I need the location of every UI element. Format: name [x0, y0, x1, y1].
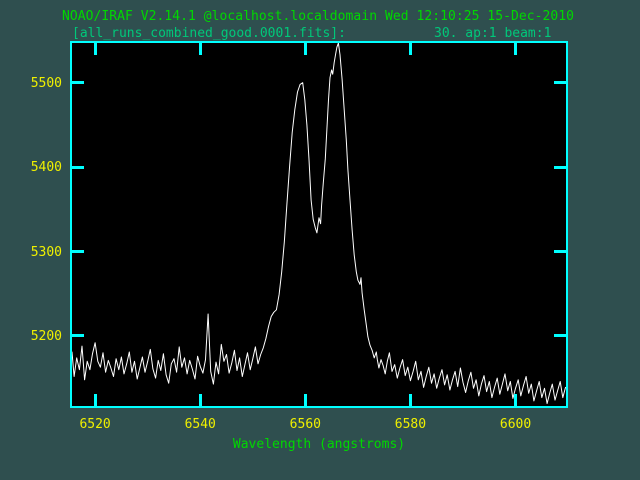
x-tick-label-6520: 6520 — [79, 417, 110, 432]
x-tick-6600 — [514, 394, 517, 406]
plot-area[interactable] — [70, 41, 568, 408]
x-tick-6600 — [514, 43, 517, 55]
y-tick-5200 — [554, 334, 566, 337]
status-line-spectrum: [all_runs_combined_good.0001.fits]: 30. … — [0, 26, 640, 41]
x-tick-6560 — [304, 43, 307, 55]
y-tick-label-5200: 5200 — [14, 329, 62, 344]
status-line-version: NOAO/IRAF V2.14.1 @localhost.localdomain… — [62, 9, 574, 24]
x-axis-title: Wavelength (angstroms) — [70, 437, 568, 452]
y-tick-5300 — [72, 250, 84, 253]
y-tick-label-5500: 5500 — [14, 76, 62, 91]
spectrum-plot — [72, 43, 566, 406]
y-tick-5300 — [554, 250, 566, 253]
filename-label: [all_runs_combined_good.0001.fits]: — [72, 26, 346, 41]
x-tick-6540 — [199, 43, 202, 55]
x-tick-6580 — [409, 43, 412, 55]
x-tick-label-6560: 6560 — [290, 417, 321, 432]
aperture-beam-label: 30. ap:1 beam:1 — [434, 26, 551, 41]
y-tick-5400 — [554, 166, 566, 169]
x-tick-label-6580: 6580 — [395, 417, 426, 432]
y-tick-5500 — [554, 81, 566, 84]
x-tick-label-6540: 6540 — [185, 417, 216, 432]
x-tick-6560 — [304, 394, 307, 406]
iraf-graphics-window: NOAO/IRAF V2.14.1 @localhost.localdomain… — [0, 0, 640, 480]
x-tick-6520 — [94, 43, 97, 55]
x-tick-6540 — [199, 394, 202, 406]
y-tick-label-5400: 5400 — [14, 160, 62, 175]
y-tick-5500 — [72, 81, 84, 84]
x-tick-6520 — [94, 394, 97, 406]
y-tick-label-5300: 5300 — [14, 245, 62, 260]
y-tick-5200 — [72, 334, 84, 337]
x-tick-label-6600: 6600 — [500, 417, 531, 432]
spectrum-line — [72, 43, 566, 404]
x-tick-6580 — [409, 394, 412, 406]
y-tick-5400 — [72, 166, 84, 169]
